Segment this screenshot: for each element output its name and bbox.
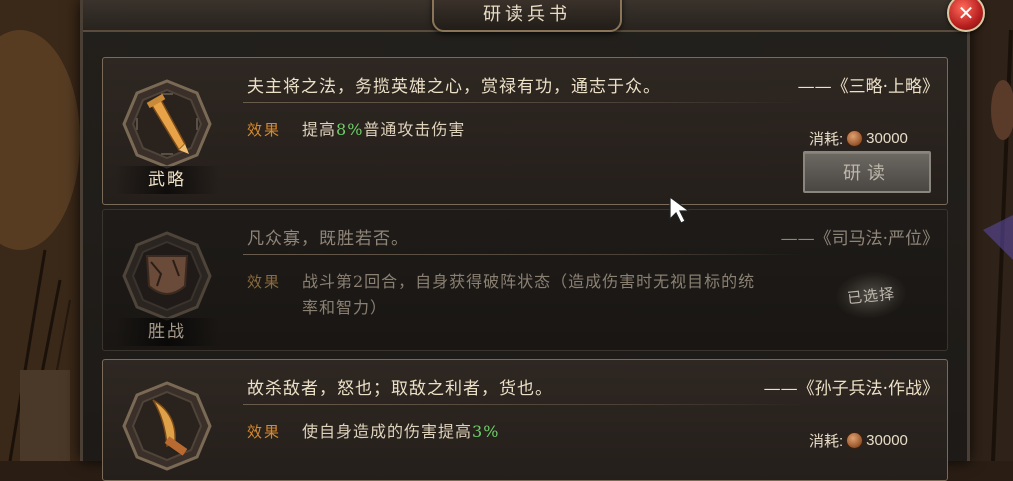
cost-value: 30000	[866, 432, 908, 449]
cost-label: 消耗:	[809, 131, 844, 148]
sword-icon	[121, 78, 213, 170]
effect-description: 使自身造成的伤害提高3%	[302, 419, 772, 445]
divider	[243, 404, 803, 405]
cost-display: 消耗: 30000	[809, 128, 908, 149]
selected-stamp: 已选择	[833, 268, 909, 322]
close-icon: ✕	[957, 1, 975, 25]
divider	[243, 254, 803, 255]
book-quote: 故杀敌者，怒也；取敌之利者，货也。	[247, 379, 553, 399]
effect-prefix: 提高	[302, 120, 337, 139]
divider	[243, 102, 803, 103]
cost-value: 30000	[866, 130, 908, 147]
effect-value: 3%	[472, 422, 500, 441]
panel-title: 研读兵书	[432, 0, 622, 32]
book-name-label: 武略	[115, 166, 219, 194]
coin-icon	[846, 432, 864, 449]
study-books-panel: 研读兵书 ✕ 武略 夫主将之法，务揽英雄之心，赏禄有功，通志于众。 ——《三略·…	[80, 0, 985, 481]
book-quote: 夫主将之法，务揽英雄之心，赏禄有功，通志于众。	[247, 77, 661, 97]
effect-label: 效果	[247, 273, 282, 291]
effect-description: 战斗第2回合，自身获得破阵状态（造成伤害时无视目标的统率和智力）	[302, 272, 756, 317]
book-source: ——《司马法·严位》	[780, 229, 939, 249]
book-source: ——《孙子兵法·作战》	[763, 379, 939, 399]
effect-label: 效果	[247, 423, 282, 441]
effect-value: 8%	[336, 120, 364, 139]
scenery-left	[0, 0, 80, 461]
scenery-right	[963, 0, 1013, 461]
effect-prefix: 使自身造成的伤害提高	[302, 422, 473, 441]
effect-description: 提高8%普通攻击伤害	[302, 117, 772, 143]
effect-suffix: 普通攻击伤害	[363, 120, 466, 139]
book-card-wulue[interactable]: 武略 夫主将之法，务揽英雄之心，赏禄有功，通志于众。 ——《三略·上略》 效果 …	[102, 57, 948, 205]
cost-display: 消耗: 30000	[809, 430, 908, 451]
book-name-label: 胜战	[115, 318, 219, 346]
book-quote: 凡众寡，既胜若否。	[247, 229, 409, 249]
coin-icon	[846, 130, 864, 147]
book-card-sunzi[interactable]: 故杀敌者，怒也；取敌之利者，货也。 ——《孙子兵法·作战》 效果 使自身造成的伤…	[102, 359, 948, 481]
book-card-shengzhan[interactable]: 胜战 凡众寡，既胜若否。 ——《司马法·严位》 效果 战斗第2回合，自身获得破阵…	[102, 209, 948, 351]
shield-icon	[121, 230, 213, 322]
mouse-cursor-icon	[669, 195, 691, 224]
book-source: ——《三略·上略》	[797, 77, 939, 97]
dagger-icon	[121, 380, 213, 472]
cost-label: 消耗:	[809, 433, 844, 450]
effect-label: 效果	[247, 121, 282, 139]
study-button[interactable]: 研读	[803, 151, 931, 193]
